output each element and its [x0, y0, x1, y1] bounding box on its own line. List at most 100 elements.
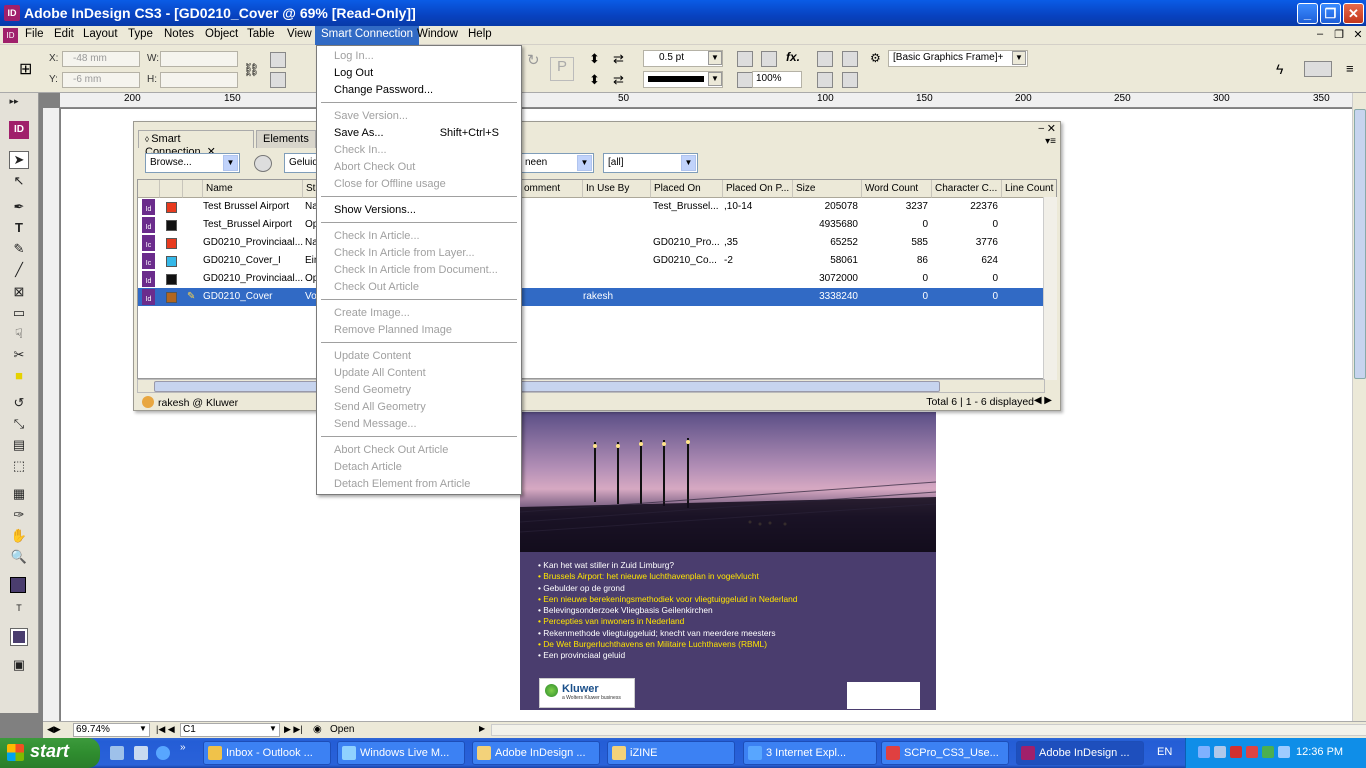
menu-file[interactable]: File — [19, 26, 50, 45]
button-tool-icon[interactable]: ☟ — [9, 326, 29, 344]
tray-security-icon[interactable] — [1262, 746, 1274, 758]
tray-adobe-icon[interactable] — [1246, 746, 1258, 758]
view-mode-icon[interactable]: ▣ — [9, 657, 29, 675]
w-field[interactable] — [160, 51, 238, 67]
filter-dropdown-1[interactable]: neen ▼ — [521, 153, 594, 173]
fitting-icon[interactable] — [737, 51, 753, 67]
menu-view[interactable]: View — [281, 26, 318, 45]
note-tool-icon[interactable]: ■ — [9, 368, 29, 386]
menu-item-change-password[interactable]: Change Password... — [317, 82, 521, 99]
query-icon[interactable] — [254, 155, 272, 172]
scale-y-icon[interactable] — [270, 72, 286, 88]
document-horizontal-scrollbar[interactable] — [491, 724, 1366, 736]
column-header[interactable] — [160, 180, 183, 198]
object-style-field[interactable]: [Basic Graphics Frame]+ — [888, 50, 1028, 67]
panel-options-icon[interactable]: ▾≡ — [1045, 136, 1056, 147]
start-button[interactable]: start — [0, 738, 100, 768]
taskbar-button[interactable]: Windows Live M... — [337, 741, 465, 765]
menu-item-show-versions[interactable]: Show Versions... — [317, 202, 521, 219]
distribute-icon[interactable] — [842, 72, 858, 88]
menu-item-log-out[interactable]: Log Out — [317, 65, 521, 82]
table-row[interactable]: Ic GD0210_Provinciaal... Na GD0210_Pro..… — [138, 234, 1044, 252]
column-header-placed-on-page[interactable]: Placed On P... — [723, 180, 793, 198]
stroke-weight-dropdown[interactable]: ▼ — [708, 51, 722, 65]
menu-notes[interactable]: Notes — [158, 26, 200, 45]
tab-elements[interactable]: Elements — [256, 130, 316, 148]
doc-close-button[interactable]: ✕ — [1351, 28, 1365, 41]
table-row[interactable]: Ic GD0210_Cover_I Ein GD0210_Co... -2 58… — [138, 252, 1044, 270]
maximize-button[interactable]: ❐ — [1320, 3, 1341, 24]
opacity-field[interactable]: 100% — [752, 71, 802, 88]
gradient-tool-icon[interactable]: ▤ — [9, 437, 29, 455]
menu-object[interactable]: Object — [199, 26, 244, 45]
minimize-button[interactable]: _ — [1297, 3, 1318, 24]
column-header-name[interactable]: Name — [203, 180, 303, 198]
flip-vertical-icon[interactable]: ⬍ — [589, 72, 605, 88]
column-header-placed-on[interactable]: Placed On — [651, 180, 723, 198]
quicklaunch-desktop-icon[interactable] — [110, 746, 124, 760]
white-frame[interactable] — [847, 682, 920, 709]
rotate-icon[interactable]: ↻ — [527, 51, 543, 69]
quicklaunch-ie-icon[interactable] — [156, 746, 170, 760]
search-field[interactable]: Geluid — [284, 153, 318, 173]
table-row[interactable]: Id Test Brussel Airport Na Test_Brussel.… — [138, 198, 1044, 216]
rectangle-tool-icon[interactable]: ▭ — [9, 305, 29, 323]
hand-tool-icon[interactable]: ✋ — [9, 528, 29, 546]
tray-acrobat-icon[interactable] — [1230, 746, 1242, 758]
frame-fitting-icon[interactable] — [817, 72, 833, 88]
doc-minimize-button[interactable]: – — [1313, 28, 1327, 40]
table-vertical-scrollbar[interactable] — [1043, 197, 1057, 380]
align-icon[interactable] — [817, 51, 833, 67]
taskbar-button-active[interactable]: Adobe InDesign ... — [1016, 741, 1144, 765]
zoom-tool-icon[interactable]: 🔍 — [9, 549, 29, 567]
selection-tool-icon[interactable]: ➤ — [9, 151, 29, 169]
column-header-word-count[interactable]: Word Count — [862, 180, 932, 198]
fill-swatch-icon[interactable] — [10, 577, 26, 593]
select-content-icon[interactable]: ⇄ — [613, 72, 629, 88]
type-tool-icon[interactable]: T — [9, 220, 29, 238]
column-header-comment[interactable]: omment — [521, 180, 583, 198]
column-header-in-use-by[interactable]: In Use By — [583, 180, 651, 198]
text-wrap-icon[interactable] — [842, 51, 858, 67]
formatting-icon[interactable]: T — [9, 603, 29, 621]
taskbar-button[interactable]: SCPro_CS3_Use... — [881, 741, 1009, 765]
rectangle-frame-tool-icon[interactable]: ⊠ — [9, 284, 29, 302]
column-header[interactable] — [183, 180, 203, 198]
next-page-button[interactable]: ▶ ▶| — [284, 724, 303, 735]
tab-smart-connection[interactable]: ◊ Smart Connection ✕ — [138, 130, 254, 158]
stroke-type-dropdown[interactable]: ▼ — [708, 72, 722, 86]
quicklaunch-outlook-icon[interactable] — [134, 746, 148, 760]
menu-type[interactable]: Type — [122, 26, 159, 45]
menu-smart-connection[interactable]: Smart Connection — [315, 26, 420, 45]
bridge-icon[interactable] — [1304, 61, 1332, 77]
flip-horizontal-icon[interactable]: ⬍ — [589, 51, 605, 67]
cover-page[interactable]: • Kan het wat stiller in Zuid Limburg? •… — [520, 412, 936, 710]
taskbar-button[interactable]: 3 Internet Expl... — [743, 741, 877, 765]
line-tool-icon[interactable]: ╱ — [9, 262, 29, 280]
taskbar-button[interactable]: Adobe InDesign ... — [472, 741, 600, 765]
pencil-tool-icon[interactable]: ✎ — [9, 241, 29, 259]
column-header[interactable] — [138, 180, 160, 198]
first-page-button[interactable]: |◀ ◀ — [156, 724, 175, 735]
h-field[interactable] — [160, 72, 238, 88]
taskbar-button[interactable]: Inbox - Outlook ... — [203, 741, 331, 765]
table-row-selected[interactable]: Id ✎ GD0210_Cover Vo rakesh 3338240 0 0 — [138, 288, 1044, 306]
x-field[interactable]: -48 mm — [62, 51, 140, 67]
free-transform-tool-icon[interactable]: ⬚ — [9, 458, 29, 476]
browse-dropdown[interactable]: Browse... ▼ — [145, 153, 240, 173]
panel-close-icon[interactable]: ✕ — [1047, 122, 1056, 135]
table-row[interactable]: Id GD0210_Provinciaal... Op 3072000 0 0 — [138, 270, 1044, 288]
document-vertical-scrollbar[interactable] — [1352, 93, 1366, 721]
clock[interactable]: 12:36 PM — [1296, 746, 1343, 758]
reference-point-icon[interactable]: ⊞ — [19, 59, 39, 79]
object-style-dropdown[interactable]: ▼ — [1012, 51, 1026, 65]
scale-tool-icon[interactable]: ⤡ — [9, 416, 29, 434]
page-field[interactable]: C1 — [180, 723, 280, 737]
scroll-thumb[interactable] — [154, 381, 940, 392]
select-container-icon[interactable]: ⇄ — [613, 51, 629, 67]
menu-table[interactable]: Table — [241, 26, 281, 45]
pen-tool-icon[interactable]: ✒ — [9, 199, 29, 217]
state-menu-arrow[interactable]: ▶ — [479, 724, 485, 733]
notes-tool-icon[interactable]: ▦ — [9, 486, 29, 504]
panel-menu-icon[interactable]: ≡ — [1346, 61, 1362, 77]
